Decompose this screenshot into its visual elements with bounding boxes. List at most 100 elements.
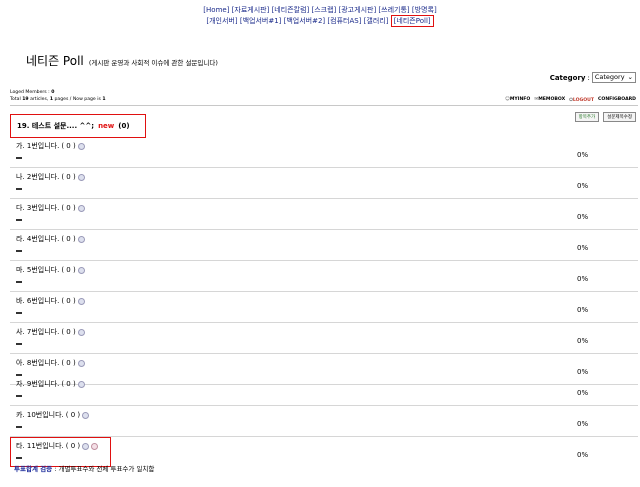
poll-option: 라. 4번입니다.( 0 ) 0% [10, 230, 638, 261]
option-percent: 0% [577, 389, 589, 397]
category-select[interactable]: Category ⌄ [591, 72, 636, 83]
option-percent: 0% [577, 306, 589, 314]
option-text: 아. 8번입니다. [16, 359, 60, 367]
poll-option-label: 가. 1번입니다.( 0 ) [16, 141, 85, 151]
option-votes: ( 0 ) [61, 297, 76, 305]
poll-option: 다. 3번입니다.( 0 ) 0% [10, 199, 638, 230]
poll-option-label: 자. 9번입니다.( 0 ) [16, 379, 85, 389]
nav-link-ad-board[interactable]: [광고게시판] [339, 6, 377, 14]
config-label: CONFIG [598, 97, 618, 102]
vote-bar [16, 188, 22, 190]
edit-title-button[interactable]: 설문제목수정 [603, 112, 636, 122]
myinfo-link[interactable]: ☺MYINFO [505, 97, 530, 103]
nav-link-scrap[interactable]: [스크랩] [311, 6, 336, 14]
verification-text: : 개별투표수와 전체 투표수가 일치함 [54, 465, 155, 473]
option-text: 카. 10번입니다. [16, 411, 64, 419]
vote-bar [16, 395, 22, 397]
vote-icon[interactable] [77, 235, 85, 243]
poll-question-box: 19. 테스트 설문.... ^^; new (0) [10, 114, 146, 138]
vote-icon[interactable] [77, 204, 85, 212]
nav-link-personal-server[interactable]: [개인서버] [206, 17, 237, 25]
vote-bar [16, 281, 22, 283]
option-votes: ( 0 ) [61, 235, 76, 243]
poll-option-label: 사. 7번입니다.( 0 ) [16, 327, 85, 337]
logged-members-value: 0 [51, 90, 55, 95]
poll-admin-buttons: 항목추가 설문제목수정 [574, 112, 636, 122]
now-page-value: 1 [102, 97, 106, 102]
logged-members-info: Loged Members : 0 [10, 90, 54, 95]
vote-icon[interactable] [77, 328, 85, 336]
option-text: 자. 9번입니다. [16, 380, 60, 388]
topnav-row-2: [개인서버] [백업서버#1] [백업서버#2] [컴퓨터AS] [갤러리] [… [0, 15, 640, 27]
category-select-value: Category [594, 73, 625, 81]
option-text: 나. 2번입니다. [16, 173, 60, 181]
poll-option-label: 바. 6번입니다.( 0 ) [16, 296, 85, 306]
nav-link-home[interactable]: [Home] [203, 6, 229, 14]
vote-icon[interactable] [82, 411, 90, 419]
vote-bar [16, 157, 22, 159]
logout-link[interactable]: ⏻LOGOUT [569, 97, 594, 103]
total-articles-info: Total 19 articles, 1 pages / Now page is… [10, 97, 106, 102]
poll-option: 사. 7번입니다.( 0 ) 0% [10, 323, 638, 354]
option-percent: 0% [577, 213, 589, 221]
nav-link-netizen-poll[interactable]: [네티즌Poll] [394, 17, 431, 25]
poll-option-label: 다. 3번입니다.( 0 ) [16, 203, 85, 213]
add-item-button[interactable]: 항목추가 [574, 112, 600, 122]
vote-icon[interactable] [77, 297, 85, 305]
poll-option: 나. 2번입니다.( 0 ) 0% [10, 168, 638, 199]
nav-link-computer-as[interactable]: [컴퓨터AS] [327, 17, 361, 25]
poll-option-label: 마. 5번입니다.( 0 ) [16, 265, 85, 275]
option-text: 마. 5번입니다. [16, 266, 60, 274]
vote-bar [16, 219, 22, 221]
verification-label: 투표합계 검증 [14, 465, 53, 473]
category-label: Category [549, 73, 586, 82]
option-percent: 0% [577, 451, 589, 459]
option-text: 다. 3번입니다. [16, 204, 60, 212]
category-separator: : [587, 73, 590, 82]
memobox-link[interactable]: ✉MEMOBOX [534, 97, 565, 103]
nav-link-guestbook[interactable]: [방명록] [412, 6, 437, 14]
poll-option-label: 나. 2번입니다.( 0 ) [16, 172, 85, 182]
total-prefix: Total [10, 97, 21, 102]
vote-icon[interactable] [77, 142, 85, 150]
poll-option: 가. 1번입니다.( 0 ) 0% [10, 137, 638, 168]
nav-link-data-board[interactable]: [자료게시판] [232, 6, 270, 14]
chevron-down-icon: ⌄ [627, 73, 633, 81]
option-votes: ( 0 ) [61, 173, 76, 181]
option-percent: 0% [577, 182, 589, 190]
vote-icon[interactable] [77, 173, 85, 181]
page-title: 네티즌 Poll (게시판 운영과 사회적 이슈에 관한 설문입니다) [26, 50, 218, 69]
vote-verification: 투표합계 검증 : 개별투표수와 전체 투표수가 일치함 [14, 463, 154, 473]
nav-highlight-box: [네티즌Poll] [390, 15, 434, 27]
vote-icon[interactable] [77, 266, 85, 274]
nav-link-trash[interactable]: [쓰레기통] [378, 6, 409, 14]
option-text: 라. 4번입니다. [16, 235, 60, 243]
poll-option-label: 라. 4번입니다.( 0 ) [16, 234, 85, 244]
nav-link-backup-server-1[interactable]: [백업서버#1] [240, 17, 282, 25]
option-percent: 0% [577, 244, 589, 252]
option-votes: ( 0 ) [61, 204, 76, 212]
config-link[interactable]: CONFIGBOARD [598, 97, 636, 103]
poll-count: (0) [118, 122, 130, 130]
category-filter: Category : Category ⌄ [550, 72, 636, 83]
option-votes: ( 0 ) [61, 328, 76, 336]
memobox-label: MEMOBOX [538, 97, 566, 102]
poll-option-label: 아. 8번입니다.( 0 ) [16, 358, 85, 368]
total-articles-value: 19 [22, 97, 29, 102]
option-text: 사. 7번입니다. [16, 328, 60, 336]
nav-link-gallery[interactable]: [갤러리] [364, 17, 389, 25]
poll-question: 19. 테스트 설문.... ^^; [17, 122, 95, 130]
vote-icon[interactable] [77, 359, 85, 367]
vote-bar [16, 312, 22, 314]
poll-option: 마. 5번입니다.( 0 ) 0% [10, 261, 638, 292]
logout-label: LOGOUT [572, 98, 595, 103]
pages-text: pages / Now page is [54, 97, 101, 102]
vote-icon[interactable] [77, 380, 85, 388]
option-text: 가. 1번입니다. [16, 142, 60, 150]
poll-option: 카. 10번입니다.( 0 ) 0% [10, 406, 638, 437]
option-votes: ( 0 ) [61, 142, 76, 150]
vote-bar [16, 250, 22, 252]
nav-link-backup-server-2[interactable]: [백업서버#2] [284, 17, 326, 25]
option-votes: ( 0 ) [61, 266, 76, 274]
nav-link-netizen-column[interactable]: [네티즌칼럼] [272, 6, 310, 14]
